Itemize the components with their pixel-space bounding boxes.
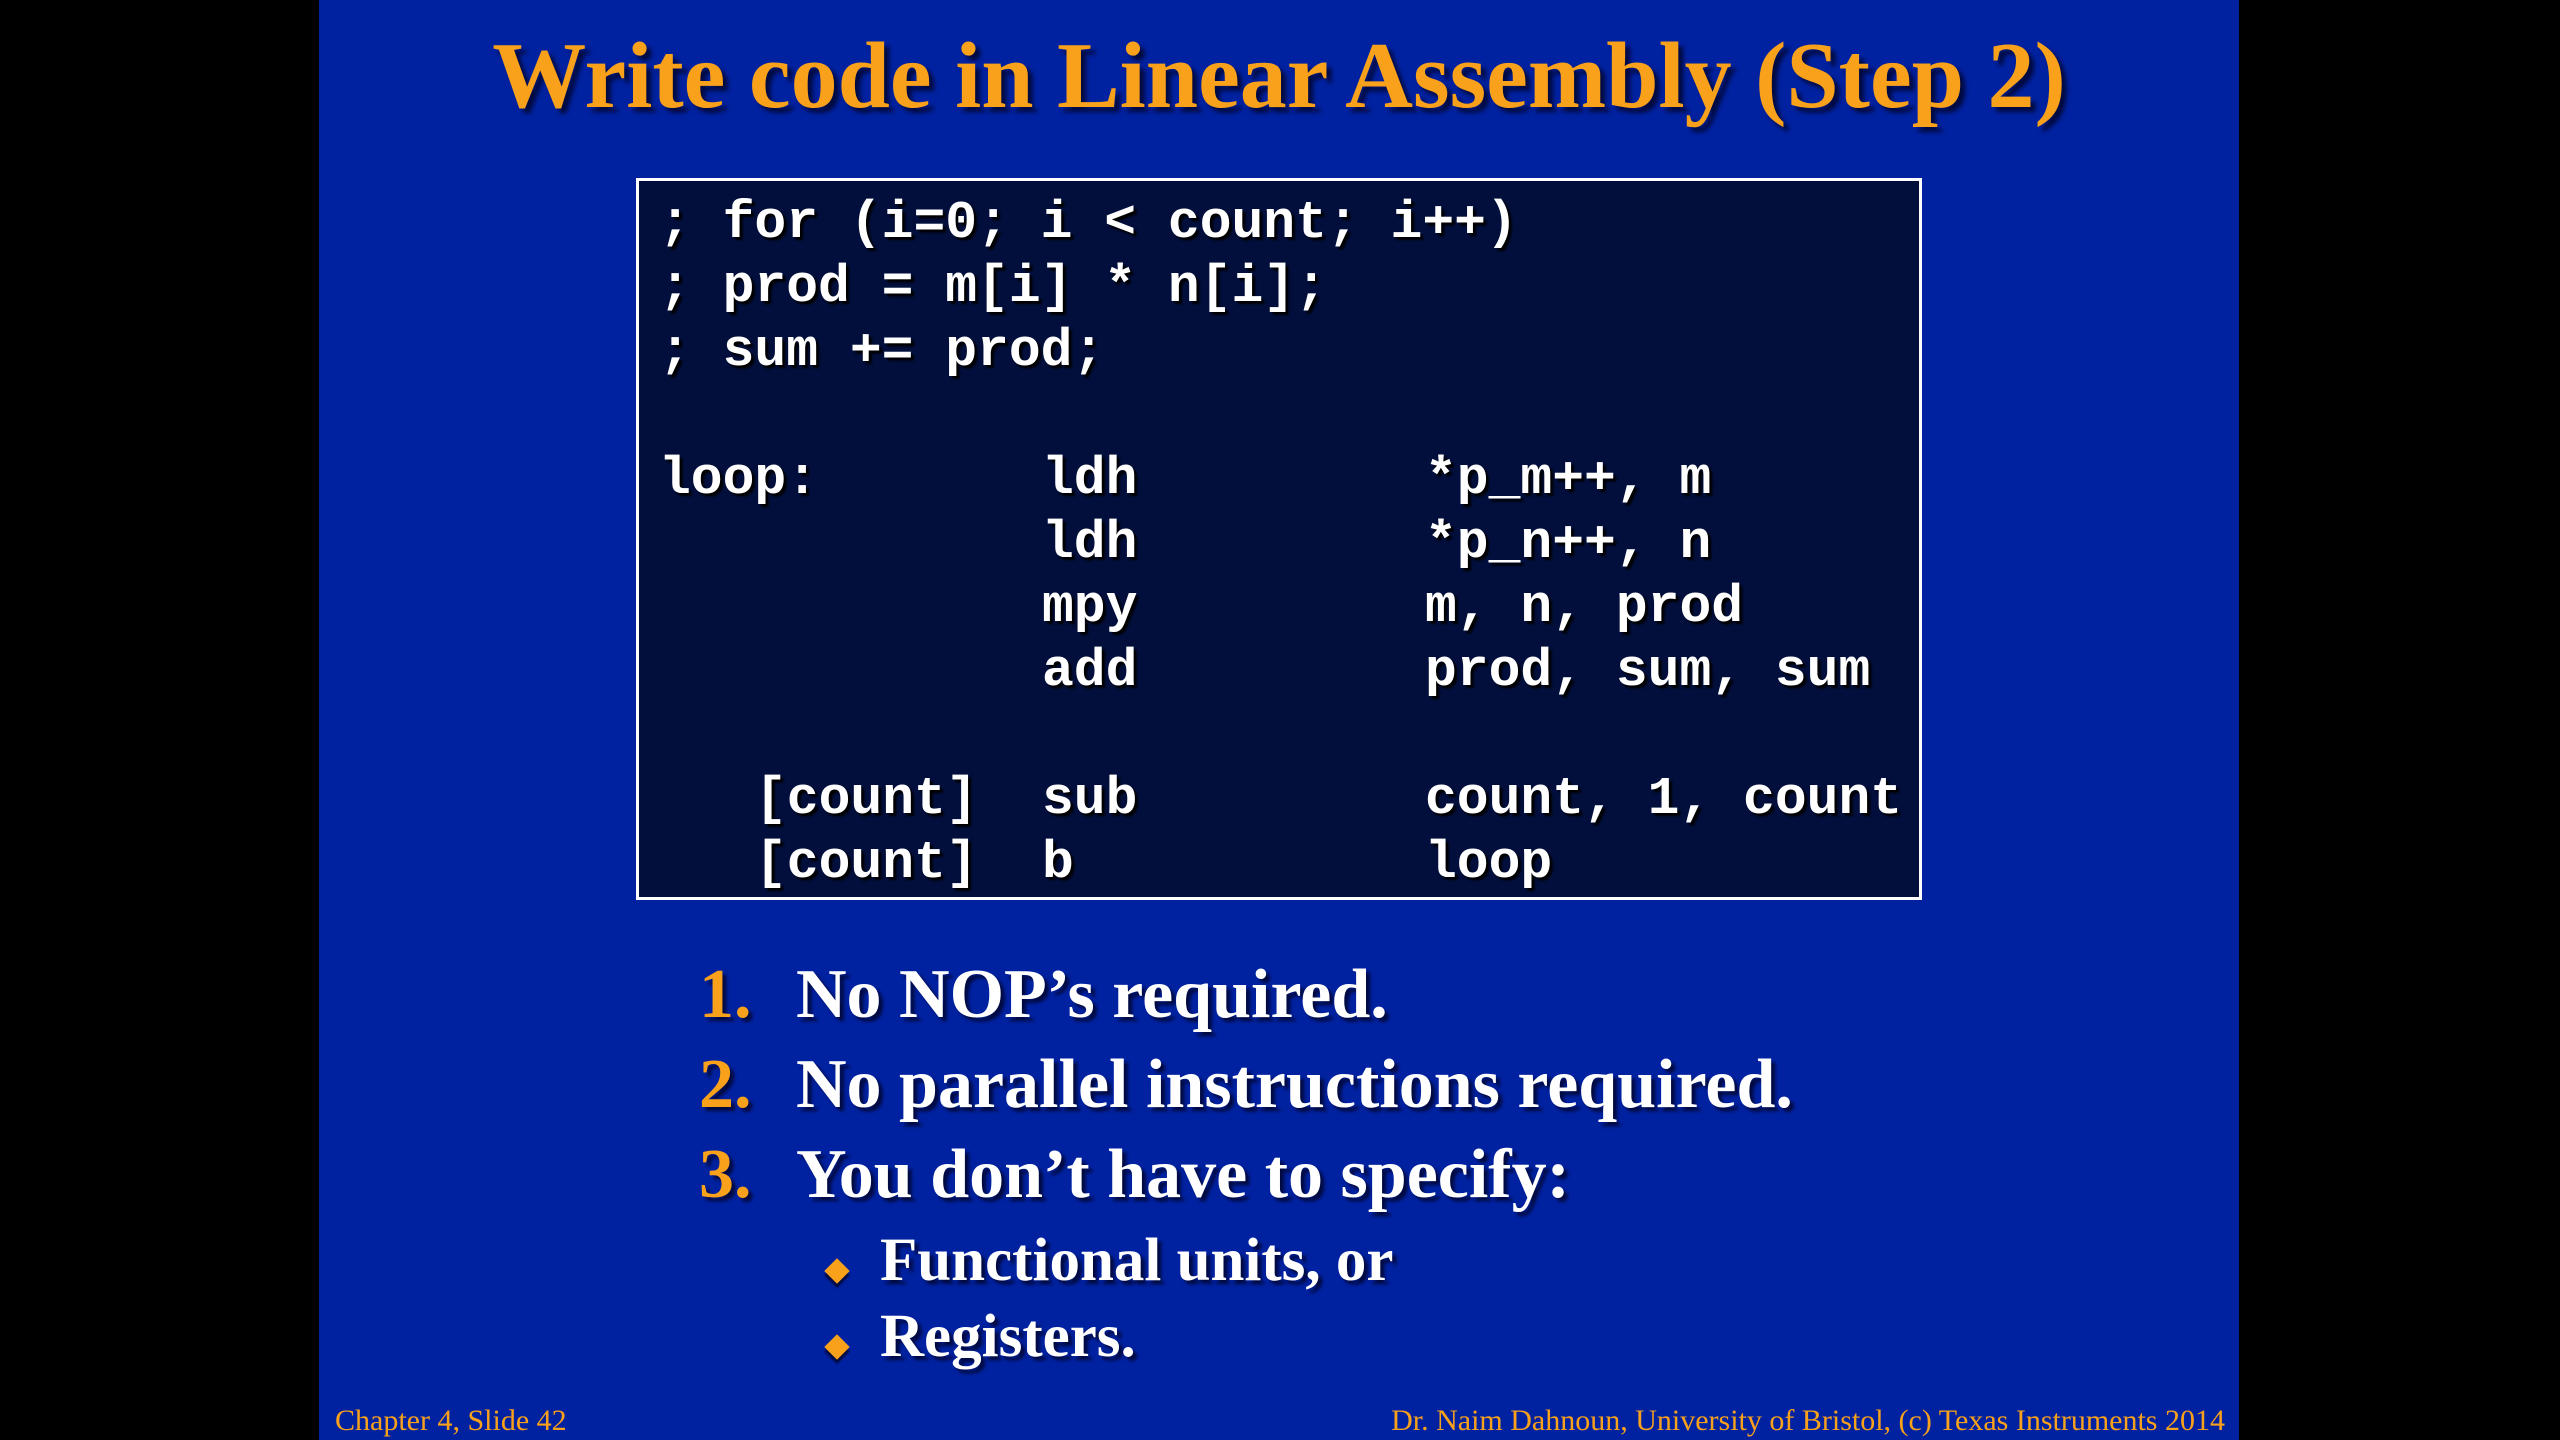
sub-list-item: Registers.	[880, 1303, 1136, 1370]
code-label: loop:	[659, 449, 819, 509]
code-operands: count, 1, count	[1425, 769, 1903, 829]
list-number: 2.	[699, 1046, 752, 1123]
code-opcode: add	[1042, 641, 1138, 701]
code-opcode: mpy	[1042, 577, 1138, 637]
sub-list-item: Functional units, or	[880, 1227, 1394, 1294]
footer-credit: Dr. Naim Dahnoun, University of Bristol,…	[1391, 1404, 2225, 1437]
code-comment: ; prod = m[i] * n[i];	[659, 257, 1327, 317]
code-operands: *p_n++, n	[1425, 513, 1712, 573]
list-number: 1.	[699, 956, 752, 1033]
list-item: You don’t have to specify:	[796, 1136, 1570, 1213]
code-opcode: ldh	[1042, 513, 1138, 573]
code-opcode: ldh	[1042, 449, 1138, 509]
code-operands: prod, sum, sum	[1425, 641, 1871, 701]
slide: Write code in Linear Assembly (Step 2) ;…	[319, 0, 2239, 1440]
list-number: 3.	[699, 1136, 752, 1213]
code-comment: ; sum += prod;	[659, 321, 1105, 381]
diamond-bullet-icon	[824, 1258, 850, 1284]
code-opcode: sub	[1042, 769, 1138, 829]
list-item: No parallel instructions required.	[796, 1046, 1793, 1123]
footer-slide-number: Chapter 4, Slide 42	[335, 1404, 567, 1437]
code-operands: m, n, prod	[1425, 577, 1744, 637]
code-label: [count]	[755, 769, 978, 829]
code-operands: *p_m++, m	[1425, 449, 1712, 509]
code-opcode: b	[1042, 833, 1074, 893]
slide-title: Write code in Linear Assembly (Step 2)	[492, 24, 2066, 128]
code-label: [count]	[755, 833, 978, 893]
code-operands: loop	[1425, 833, 1553, 893]
code-block: ; for (i=0; i < count; i++) ; prod = m[i…	[636, 178, 1922, 900]
diamond-bullet-icon	[824, 1334, 850, 1360]
code-comment: ; for (i=0; i < count; i++)	[659, 193, 1518, 253]
list-item: No NOP’s required.	[796, 956, 1388, 1033]
